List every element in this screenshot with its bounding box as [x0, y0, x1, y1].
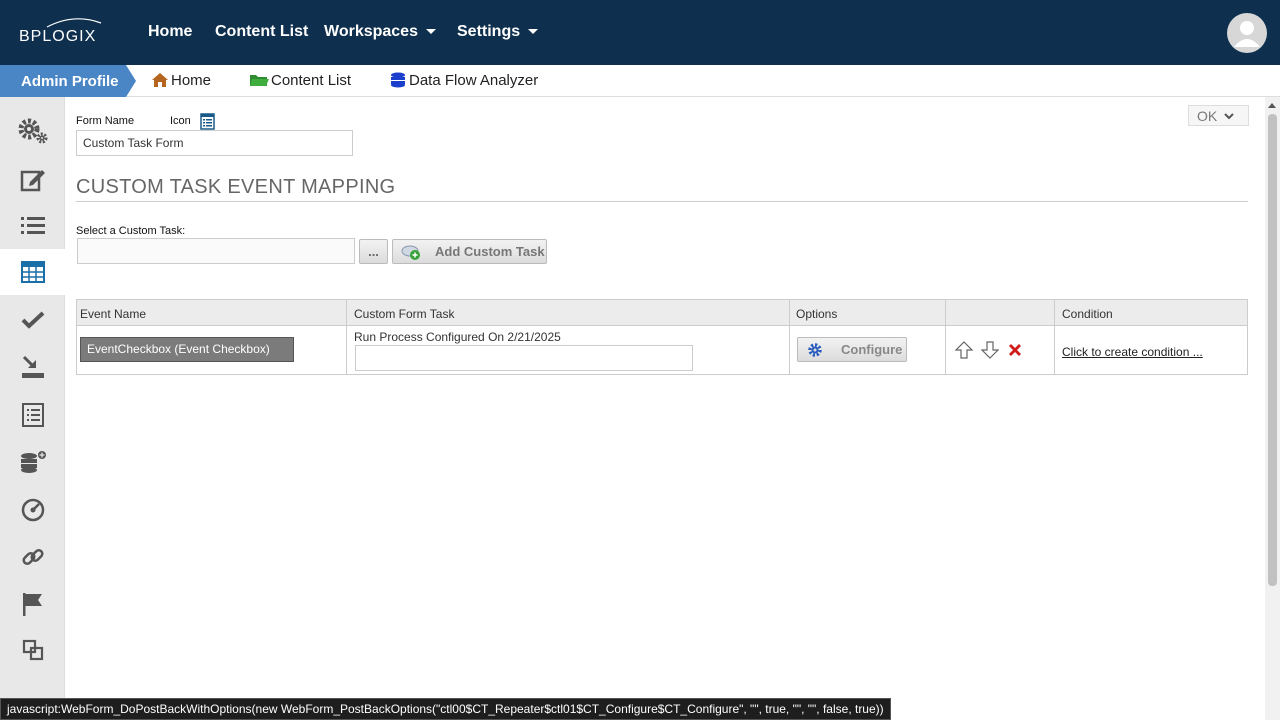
header-condition: Condition — [1062, 307, 1113, 321]
bplogix-logo[interactable]: BPLOGIX — [19, 17, 109, 49]
ok-button-label: OK — [1197, 107, 1218, 124]
select-custom-task-label: Select a Custom Task: — [76, 225, 186, 237]
sidebar-item-documents[interactable] — [0, 392, 65, 438]
nav-content-list[interactable]: Content List — [215, 23, 308, 41]
breadcrumb-data-flow-analyzer[interactable]: Data Flow Analyzer — [389, 72, 538, 89]
dashboard-icon — [21, 498, 44, 522]
column-divider — [346, 300, 347, 374]
event-name-button[interactable]: EventCheckbox (Event Checkbox) — [80, 337, 294, 362]
scrollbar-thumb[interactable] — [1268, 114, 1277, 586]
nav-workspaces-label: Workspaces — [324, 23, 418, 40]
sidebar-item-tasks[interactable] — [0, 297, 65, 343]
add-custom-task-label: Add Custom Task — [435, 244, 545, 259]
header-options: Options — [796, 307, 838, 321]
document-list-icon — [21, 403, 44, 427]
sidebar-item-dashboard[interactable] — [0, 487, 65, 533]
section-title: CUSTOM TASK EVENT MAPPING — [76, 176, 396, 198]
breadcrumb-content-list[interactable]: Content List — [249, 72, 351, 89]
task-input[interactable] — [355, 345, 693, 371]
sidebar-item-flags[interactable] — [0, 581, 65, 627]
edit-icon — [20, 170, 45, 192]
icon-label: Icon — [170, 115, 191, 127]
column-divider — [1054, 300, 1055, 374]
checkmark-icon — [21, 311, 44, 329]
sidebar-item-tables[interactable] — [0, 249, 65, 295]
nav-settings-label: Settings — [457, 23, 521, 40]
sidebar-item-copy[interactable] — [0, 627, 65, 673]
chevron-down-icon — [528, 29, 539, 35]
database-icon — [391, 72, 405, 88]
browse-button[interactable]: ... — [359, 239, 388, 264]
house-icon — [152, 73, 168, 87]
nav-settings[interactable]: Settings — [457, 23, 539, 41]
breadcrumb: Admin Profile Home Content List Data Flo… — [0, 65, 1280, 97]
chevron-down-icon — [425, 29, 436, 35]
flag-icon — [22, 593, 42, 616]
breadcrumb-content-list-label: Content List — [271, 72, 352, 89]
move-down-icon[interactable] — [981, 341, 999, 359]
nav-workspaces[interactable]: Workspaces — [324, 23, 436, 41]
gear-icon — [808, 342, 822, 357]
header-custom-form-task: Custom Form Task — [354, 307, 455, 321]
admin-sidebar — [0, 97, 65, 720]
custom-task-select-input[interactable] — [77, 238, 355, 264]
configure-button[interactable]: Configure — [797, 337, 907, 362]
column-divider — [945, 300, 946, 374]
form-name-label: Form Name — [76, 115, 135, 127]
ok-button[interactable]: OK — [1188, 105, 1249, 126]
copy-icon — [22, 639, 43, 661]
gears-icon — [18, 118, 47, 144]
sidebar-item-forms[interactable] — [0, 157, 65, 203]
move-up-icon[interactable] — [955, 341, 973, 359]
link-icon — [21, 548, 44, 566]
configure-label: Configure — [841, 342, 903, 357]
delete-icon[interactable] — [1007, 342, 1023, 358]
sidebar-item-lists[interactable] — [0, 203, 65, 249]
breadcrumb-home[interactable]: Home — [151, 72, 211, 89]
chevron-down-icon — [1224, 112, 1234, 119]
form-name-input[interactable]: Custom Task Form — [76, 130, 353, 156]
download-tray-icon — [21, 355, 44, 378]
create-condition-link[interactable]: Click to create condition ... — [1062, 345, 1203, 359]
top-navigation-bar: BPLOGIX Home Content List Workspaces Set… — [0, 0, 1280, 65]
nav-home[interactable]: Home — [148, 23, 192, 41]
folder-icon — [250, 75, 269, 86]
logo-text: BPLOGIX — [19, 28, 97, 45]
database-add-icon — [20, 451, 46, 473]
form-list-icon[interactable] — [200, 113, 215, 130]
breadcrumb-admin-profile[interactable]: Admin Profile — [0, 65, 136, 97]
event-mapping-table: Event Name Custom Form Task Options Cond… — [76, 299, 1248, 375]
breadcrumb-admin-profile-label: Admin Profile — [21, 73, 119, 90]
breadcrumb-home-label: Home — [171, 72, 212, 89]
column-divider — [789, 300, 790, 374]
user-avatar[interactable] — [1227, 13, 1267, 53]
header-event-name: Event Name — [80, 307, 147, 321]
sidebar-item-data-sources[interactable] — [0, 439, 65, 485]
section-divider — [76, 201, 1248, 202]
browser-status-bar: javascript:WebForm_DoPostBackWithOptions… — [0, 698, 891, 720]
sidebar-item-links[interactable] — [0, 534, 65, 580]
sidebar-item-import[interactable] — [0, 344, 65, 390]
table-icon — [20, 261, 45, 283]
sidebar-item-settings[interactable] — [0, 108, 65, 154]
add-task-icon — [401, 245, 420, 260]
task-description: Run Process Configured On 2/21/2025 — [354, 330, 561, 344]
user-icon — [1234, 21, 1260, 47]
vertical-scrollbar[interactable] — [1265, 97, 1280, 720]
add-custom-task-button[interactable]: Add Custom Task — [392, 239, 547, 264]
main-content: Form Name Icon Custom Task Form OK CUSTO… — [65, 97, 1265, 720]
breadcrumb-data-flow-analyzer-label: Data Flow Analyzer — [409, 72, 539, 89]
scroll-up-icon[interactable] — [1268, 103, 1276, 108]
list-icon — [20, 217, 45, 234]
